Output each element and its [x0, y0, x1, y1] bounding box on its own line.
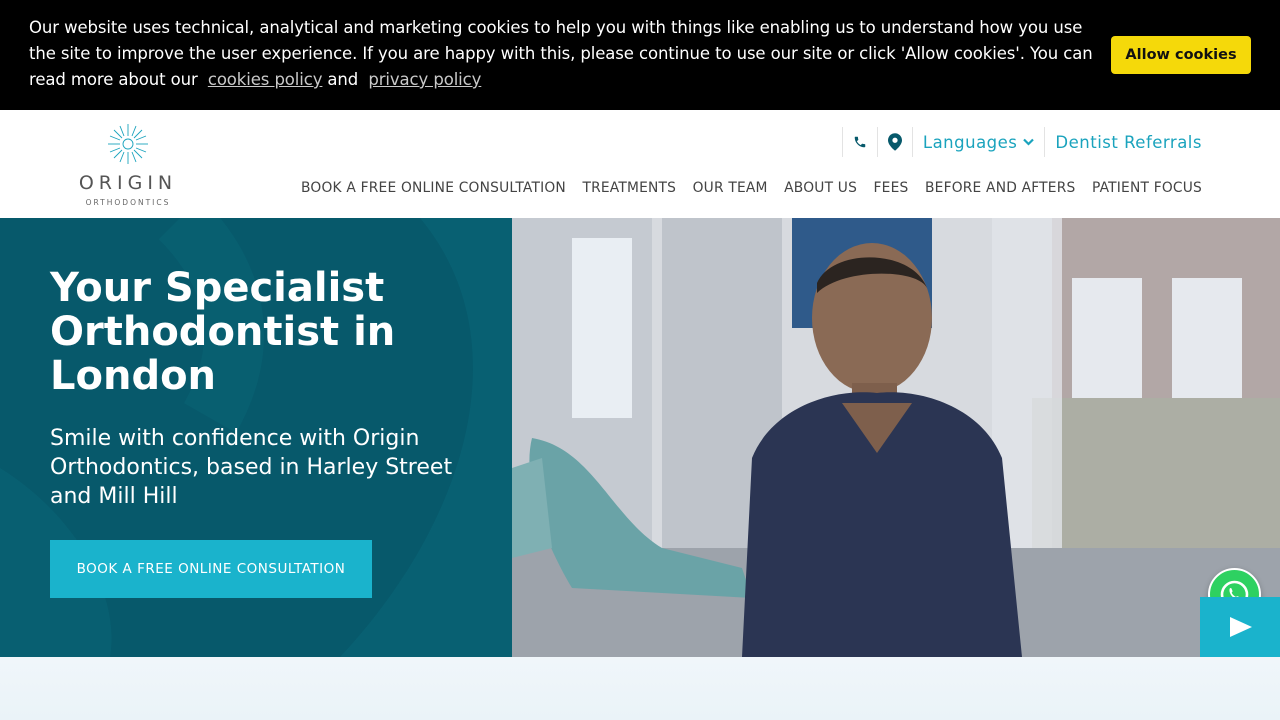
allow-cookies-button[interactable]: Allow cookies [1111, 36, 1251, 74]
logo-mark-icon [108, 124, 148, 164]
nav-item-treatments[interactable]: TREATMENTS [582, 180, 676, 196]
location-link[interactable] [876, 127, 912, 157]
cookie-message: Our website uses technical, analytical a… [29, 15, 1099, 93]
main-nav: BOOK A FREE ONLINE CONSULTATION TREATMEN… [285, 180, 1203, 196]
play-icon [1230, 617, 1252, 637]
map-pin-icon [887, 133, 902, 151]
nav-item-our-team[interactable]: OUR TEAM [693, 180, 768, 196]
cookie-text: Our website uses technical, analytical a… [29, 18, 1093, 89]
logo[interactable]: ORIGIN ORTHODONTICS [68, 122, 188, 207]
hero-panel: Your Specialist Orthodontist in London S… [0, 218, 512, 657]
nav-item-about-us[interactable]: ABOUT US [784, 180, 857, 196]
logo-subtitle: ORTHODONTICS [85, 198, 171, 207]
nav-item-fees[interactable]: FEES [874, 180, 909, 196]
next-section [0, 657, 1280, 720]
phone-icon [854, 136, 866, 148]
nav-item-patient-focus[interactable]: PATIENT FOCUS [1092, 180, 1202, 196]
clinic-photo [512, 218, 1280, 657]
dentist-referrals-link[interactable]: Dentist Referrals [1044, 127, 1202, 157]
languages-dropdown[interactable]: Languages [911, 127, 1045, 157]
video-play-button[interactable] [1200, 597, 1280, 657]
nav-item-book-consultation[interactable]: BOOK A FREE ONLINE CONSULTATION [301, 180, 566, 196]
cookies-policy-link[interactable]: cookies policy [208, 70, 323, 89]
dentist-referrals-label: Dentist Referrals [1055, 132, 1202, 152]
chevron-down-icon [1023, 138, 1035, 146]
languages-label: Languages [922, 132, 1018, 152]
book-consultation-button[interactable]: BOOK A FREE ONLINE CONSULTATION [50, 540, 372, 598]
logo-wordmark: ORIGIN [78, 172, 178, 194]
phone-link[interactable] [841, 127, 877, 157]
nav-item-before-and-afters[interactable]: BEFORE AND AFTERS [925, 180, 1075, 196]
hero-video[interactable] [512, 218, 1280, 657]
cookie-banner: Our website uses technical, analytical a… [0, 0, 1280, 110]
hero-subtitle: Smile with confidence with Origin Orthod… [50, 426, 453, 509]
utility-bar: Languages Dentist Referrals [841, 127, 1202, 157]
cookie-and-text: and [327, 70, 359, 89]
site-header: ORIGIN ORTHODONTICS Languages Dentist Re… [0, 110, 1280, 218]
hero-title: Your Specialist Orthodontist in London [50, 265, 396, 399]
privacy-policy-link[interactable]: privacy policy [368, 70, 481, 89]
